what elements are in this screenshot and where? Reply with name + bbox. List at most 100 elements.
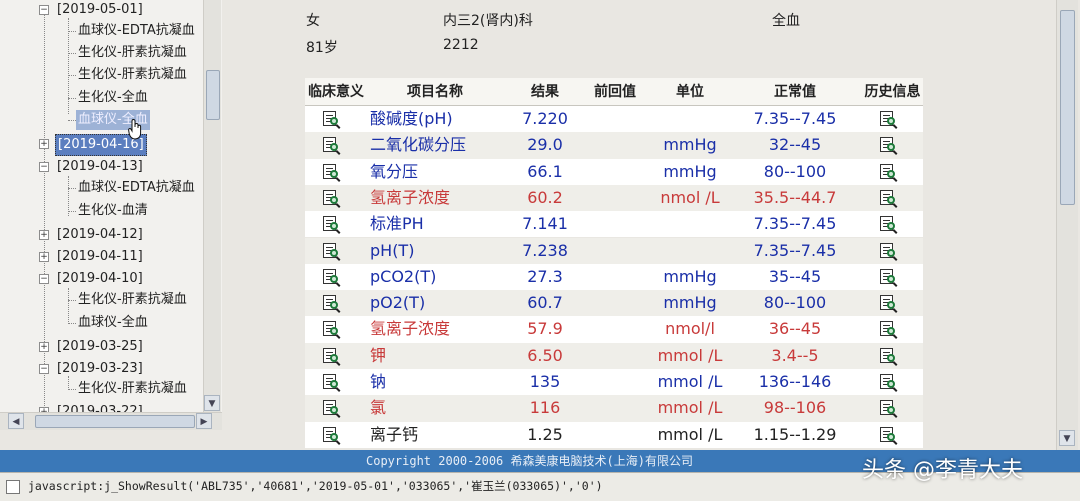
result-row[interactable]: 离子钙 1.25 mmol /L 1.15--1.29 (305, 421, 923, 448)
tree-node-label[interactable]: [2019-04-10] (55, 269, 145, 289)
tree-node-label[interactable]: [2019-03-25] (55, 337, 145, 357)
tree-scroll-thumb[interactable] (206, 70, 220, 120)
expand-icon[interactable]: + (39, 139, 49, 149)
history-icon[interactable] (880, 211, 904, 237)
tree-node-label[interactable]: [2019-03-23] (55, 359, 145, 379)
tree-node-label[interactable]: 血球仪-全血 (76, 313, 150, 333)
item-name: 氢离子浓度 (370, 319, 451, 339)
history-icon[interactable] (880, 132, 904, 158)
item-normal-range: 80--100 (763, 161, 827, 181)
clinical-info-icon[interactable] (323, 185, 347, 211)
clinical-info-icon[interactable] (323, 369, 347, 395)
item-unit: mmHg (663, 135, 717, 155)
tree-node-label[interactable]: 血球仪-EDTA抗凝血 (76, 178, 197, 198)
clinical-info-icon[interactable] (323, 290, 347, 316)
tree-node-label[interactable]: [2019-05-01] (55, 0, 145, 20)
tree-node-label[interactable]: [2019-04-11] (55, 247, 145, 267)
scroll-down-icon[interactable]: ▼ (204, 395, 220, 411)
clinical-info-icon[interactable] (323, 343, 347, 369)
col-normal-range: 正常值 (774, 84, 816, 100)
collapse-icon[interactable]: − (39, 274, 49, 284)
clinical-info-icon[interactable] (323, 316, 347, 342)
clinical-info-icon[interactable] (323, 422, 347, 448)
item-normal-range: 7.35--7.45 (753, 240, 837, 260)
item-normal-range: 80--100 (763, 293, 827, 313)
tree-node-label[interactable]: 生化仪-肝素抗凝血 (76, 290, 189, 310)
item-name: pO2(T) (370, 293, 426, 313)
tree-vertical-scrollbar[interactable]: ▼ (203, 0, 221, 412)
collapse-icon[interactable]: − (39, 162, 49, 172)
result-row[interactable]: 氯 116 mmol /L 98--106 (305, 395, 923, 422)
item-result: 7.141 (522, 214, 568, 234)
expand-icon[interactable]: + (39, 230, 49, 240)
history-icon[interactable] (880, 369, 904, 395)
tree-node-label[interactable]: 生化仪-肝素抗凝血 (76, 65, 189, 85)
item-unit: nmol /L (660, 187, 720, 207)
history-icon[interactable] (880, 343, 904, 369)
expand-icon[interactable]: + (39, 252, 49, 262)
history-icon[interactable] (880, 422, 904, 448)
tree-node-label[interactable]: 生化仪-血清 (76, 201, 150, 221)
history-icon[interactable] (880, 290, 904, 316)
history-icon[interactable] (880, 264, 904, 290)
history-icon[interactable] (880, 106, 904, 132)
item-normal-range: 1.15--1.29 (753, 424, 837, 444)
history-icon[interactable] (880, 238, 904, 264)
result-row[interactable]: 二氧化碳分压 29.0 mmHg 32--45 (305, 132, 923, 159)
result-row[interactable]: 氢离子浓度 60.2 nmol /L 35.5--44.7 (305, 184, 923, 212)
history-icon[interactable] (880, 316, 904, 342)
result-row[interactable]: 酸碱度(pH) 7.220 7.35--7.45 (305, 106, 923, 133)
clinical-info-icon[interactable] (323, 132, 347, 158)
item-unit: mmHg (663, 266, 717, 286)
clinical-info-icon[interactable] (323, 395, 347, 421)
item-result: 60.7 (527, 293, 563, 313)
result-row[interactable]: 氧分压 66.1 mmHg 80--100 (305, 158, 923, 185)
item-normal-range: 7.35--7.45 (753, 214, 837, 234)
col-clinical-significance: 临床意义 (308, 84, 364, 100)
lis-result-window: − [2019-05-01] 血球仪-EDTA抗凝血 生化仪-肝素抗凝血 生化仪… (0, 0, 1080, 501)
tree-guide-line (68, 176, 69, 216)
tree-hscroll-thumb[interactable] (35, 415, 195, 428)
expand-icon[interactable]: + (39, 342, 49, 352)
clinical-info-icon[interactable] (323, 211, 347, 237)
clinical-info-icon[interactable] (323, 159, 347, 185)
result-row[interactable]: 钠 135 mmol /L 136--146 (305, 369, 923, 396)
collapse-icon[interactable]: − (39, 5, 49, 15)
result-row[interactable]: pCO2(T) 27.3 mmHg 35--45 (305, 263, 923, 291)
result-row[interactable]: pO2(T) 60.7 mmHg 80--100 (305, 290, 923, 317)
item-unit: nmol/l (665, 319, 715, 339)
tree-node-label[interactable]: 生化仪-肝素抗凝血 (76, 379, 189, 399)
history-icon[interactable] (880, 159, 904, 185)
history-icon[interactable] (880, 185, 904, 211)
collapse-icon[interactable]: − (39, 364, 49, 374)
history-icon[interactable] (880, 395, 904, 421)
main-vertical-scrollbar[interactable]: ▼ (1056, 0, 1078, 450)
item-name: 二氧化碳分压 (370, 135, 467, 155)
tree-node-label[interactable]: 生化仪-全血 (76, 88, 150, 108)
item-normal-range: 35.5--44.7 (753, 187, 837, 207)
item-name: 钠 (370, 372, 387, 391)
item-unit (650, 211, 730, 237)
clinical-info-icon[interactable] (323, 264, 347, 290)
result-row[interactable]: 标准PH 7.141 7.35--7.45 (305, 211, 923, 238)
scroll-down-icon[interactable]: ▼ (1059, 430, 1075, 446)
item-result: 116 (529, 398, 561, 418)
item-result: 60.2 (527, 187, 563, 207)
main-scroll-thumb[interactable] (1060, 10, 1075, 205)
tree-node-label[interactable]: [2019-04-12] (55, 225, 145, 245)
tree-node-label[interactable]: 生化仪-肝素抗凝血 (76, 43, 189, 63)
tree-node-label[interactable]: [2019-04-13] (55, 157, 145, 177)
result-row[interactable]: 钾 6.50 mmol /L 3.4--5 (305, 342, 923, 369)
scroll-right-icon[interactable]: ▶ (196, 413, 212, 429)
tree-horizontal-scrollbar[interactable]: ◀ ▶ (0, 412, 222, 430)
clinical-info-icon[interactable] (323, 238, 347, 264)
scroll-left-icon[interactable]: ◀ (8, 413, 24, 429)
item-result: 66.1 (527, 161, 563, 181)
result-table-header: 临床意义 项目名称 结果 前回值 单位 正常值 历史信息 (305, 78, 923, 106)
clinical-info-icon[interactable] (323, 106, 347, 132)
result-row[interactable]: 氢离子浓度 57.9 nmol/l 36--45 (305, 316, 923, 343)
item-name: 标准PH (370, 214, 424, 234)
result-row[interactable]: pH(T) 7.238 7.35--7.45 (305, 237, 923, 264)
item-unit: mmHg (663, 293, 717, 313)
tree-node-label[interactable]: 血球仪-EDTA抗凝血 (76, 21, 197, 41)
